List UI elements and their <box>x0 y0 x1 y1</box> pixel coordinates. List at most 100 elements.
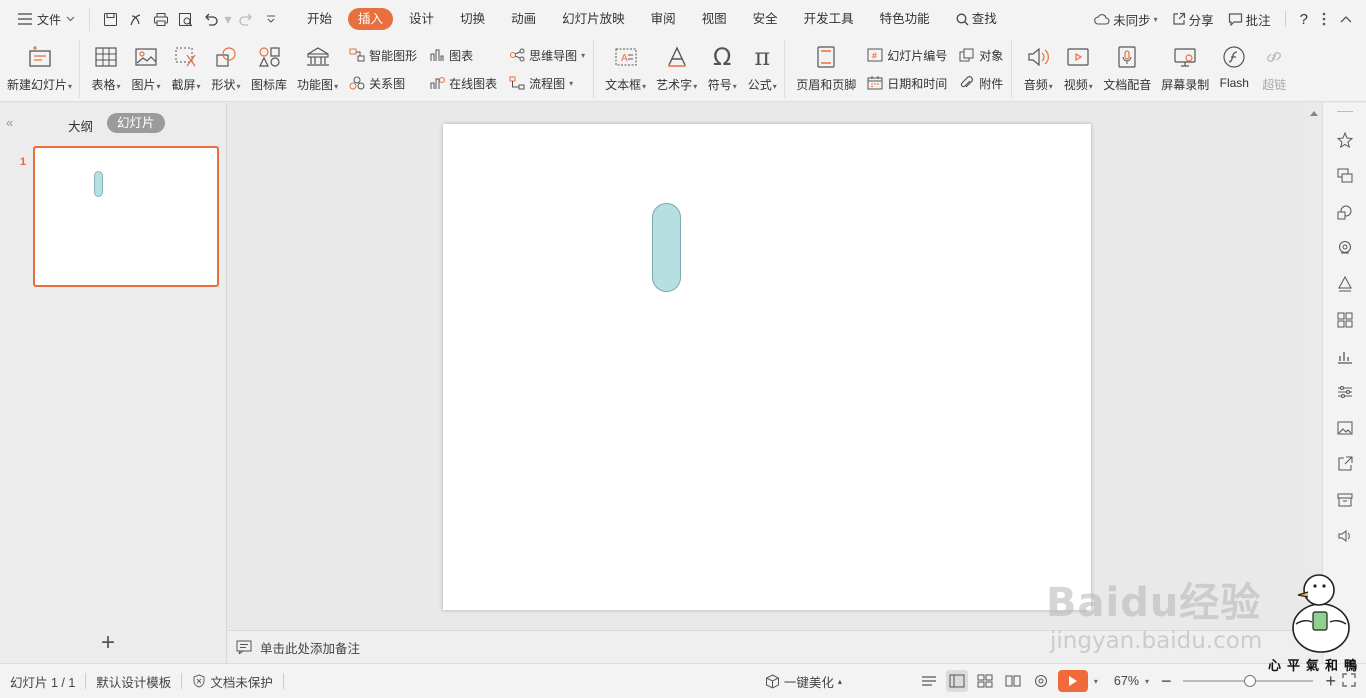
audio-button[interactable]: 音频▾ <box>1018 40 1058 98</box>
notes-pane[interactable]: 单击此处添加备注 <box>228 630 1322 663</box>
mind-map-button[interactable]: 思维导图 ▾ <box>509 45 585 65</box>
picture-button[interactable]: 图片▾ <box>126 40 166 98</box>
symbol-button[interactable]: Ω 符号▾ <box>702 40 742 98</box>
slide-thumbnail[interactable] <box>33 146 219 287</box>
presenter-view-button[interactable] <box>1030 670 1052 692</box>
sync-status[interactable]: 未同步 ▾ <box>1094 10 1158 29</box>
adjust-icon[interactable] <box>1334 381 1356 403</box>
header-footer-button[interactable]: 页眉和页脚 <box>791 40 861 98</box>
tab-special-features[interactable]: 特色功能 <box>870 8 940 30</box>
flash-button[interactable]: Flash <box>1214 40 1254 98</box>
archive-icon[interactable] <box>1334 489 1356 511</box>
shape-style-icon[interactable] <box>1334 201 1356 223</box>
flow-chart-button[interactable]: 流程图 ▾ <box>509 73 585 93</box>
zoom-out-button[interactable]: − <box>1161 671 1172 692</box>
tab-developer[interactable]: 开发工具 <box>794 8 864 30</box>
icon-library-button[interactable]: 图标库 <box>246 40 292 98</box>
screenshot-button[interactable]: 截屏▾ <box>166 40 206 98</box>
tab-slideshow[interactable]: 幻灯片放映 <box>552 8 635 30</box>
grid-layout-icon[interactable] <box>1334 309 1356 331</box>
tab-home[interactable]: 开始 <box>297 8 342 30</box>
scroll-up-icon[interactable] <box>1310 111 1318 116</box>
new-slide-button[interactable]: 新建幻灯片▾ <box>2 40 77 98</box>
tab-animations[interactable]: 动画 <box>501 8 546 30</box>
rounded-rectangle-shape[interactable] <box>652 203 681 292</box>
output-pdf-icon[interactable] <box>123 7 148 31</box>
tab-review[interactable]: 审阅 <box>641 8 686 30</box>
date-time-button[interactable]: 日期和时间 <box>867 73 947 93</box>
hyperlink-button[interactable]: 超链 <box>1254 40 1294 98</box>
slide-canvas[interactable] <box>443 124 1091 610</box>
zoom-knob[interactable] <box>1244 675 1257 687</box>
word-art-button[interactable]: 艺术字▾ <box>651 40 702 98</box>
tab-design[interactable]: 设计 <box>399 8 444 30</box>
screen-record-button[interactable]: 屏幕录制 <box>1156 40 1214 98</box>
protection-label: 文档未保护 <box>210 675 273 690</box>
normal-view-button[interactable] <box>945 670 968 692</box>
ribbon-group-text: A 文本框▾ 艺术字▾ Ω 符号▾ π 公式▾ <box>598 40 786 98</box>
text-box-button[interactable]: A 文本框▾ <box>600 40 651 98</box>
online-chart-button[interactable]: 在线图表 <box>429 73 497 93</box>
print-preview-icon[interactable] <box>173 7 198 31</box>
relation-chart-button[interactable]: 关系图 <box>349 73 417 93</box>
chart-button[interactable]: 图表 <box>429 45 497 65</box>
print-icon[interactable] <box>148 7 173 31</box>
video-label: 视频 <box>1063 78 1088 92</box>
file-menu[interactable]: 文件 <box>14 6 79 32</box>
undo-dropdown-icon[interactable]: ▾ <box>223 7 233 31</box>
image-icon[interactable] <box>1334 417 1356 439</box>
export-icon[interactable] <box>1334 453 1356 475</box>
sync-label: 未同步 <box>1113 13 1151 28</box>
tab-transitions[interactable]: 切换 <box>450 8 495 30</box>
function-chart-button[interactable]: 功能图▾ <box>292 40 343 98</box>
zoom-slider[interactable] <box>1183 674 1314 688</box>
more-options-icon[interactable] <box>1322 12 1326 26</box>
slide-sorter-button[interactable] <box>974 670 996 692</box>
tab-insert[interactable]: 插入 <box>348 8 394 30</box>
play-slideshow-button[interactable] <box>1057 670 1088 692</box>
smart-art-button[interactable]: 智能图形 <box>349 45 417 65</box>
notes-view-button[interactable] <box>918 670 940 692</box>
collapse-panel-icon[interactable]: « <box>6 115 13 130</box>
document-protection[interactable]: 文档未保护 <box>182 672 283 691</box>
save-icon[interactable] <box>98 7 123 31</box>
zoom-level[interactable]: 67% <box>1114 674 1139 688</box>
slide-number-button[interactable]: # 幻灯片编号 <box>867 45 947 65</box>
shape-button[interactable]: 形状▾ <box>206 40 246 98</box>
tab-security[interactable]: 安全 <box>743 8 788 30</box>
slideshow-dropdown-icon[interactable]: ▾ <box>1094 677 1098 686</box>
fill-icon[interactable] <box>1334 273 1356 295</box>
fit-window-icon[interactable] <box>1342 672 1356 690</box>
shapes-icon <box>211 42 241 72</box>
location-icon[interactable] <box>1334 237 1356 259</box>
help-button[interactable]: ? <box>1300 11 1308 28</box>
undo-icon[interactable] <box>198 7 223 31</box>
video-button[interactable]: 视频▾ <box>1058 40 1098 98</box>
object-button[interactable]: 对象 <box>959 45 1003 65</box>
search-command[interactable]: 查找 <box>946 8 1007 30</box>
star-icon[interactable] <box>1334 129 1356 151</box>
tab-outline[interactable]: 大纲 <box>68 116 93 135</box>
smart-art-icon <box>349 47 365 63</box>
doc-dub-button[interactable]: 文档配音 <box>1098 40 1156 98</box>
customize-toolbar-icon[interactable] <box>258 7 283 31</box>
tab-view[interactable]: 视图 <box>692 8 737 30</box>
speaker-icon[interactable] <box>1334 525 1356 547</box>
vertical-scrollbar[interactable] <box>1306 103 1322 630</box>
zoom-dropdown-icon[interactable]: ▾ <box>1145 677 1149 686</box>
add-slide-button[interactable]: + <box>101 631 115 655</box>
comment-button[interactable]: 批注 <box>1228 10 1271 29</box>
beautify-button[interactable]: 一键美化 ▴ <box>755 672 852 691</box>
table-button[interactable]: 表格▾ <box>86 40 126 98</box>
reading-view-button[interactable] <box>1002 670 1024 692</box>
icon-library-icon <box>254 42 284 72</box>
statistics-icon[interactable] <box>1334 345 1356 367</box>
attachment-button[interactable]: 附件 <box>959 73 1003 93</box>
collapse-ribbon-icon[interactable] <box>1340 15 1352 23</box>
share-button[interactable]: 分享 <box>1172 10 1214 29</box>
redo-icon[interactable] <box>233 7 258 31</box>
formula-button[interactable]: π 公式▾ <box>742 40 782 98</box>
copy-style-icon[interactable] <box>1334 165 1356 187</box>
tab-slides[interactable]: 幻灯片 <box>107 113 165 133</box>
design-template[interactable]: 默认设计模板 <box>86 672 181 691</box>
